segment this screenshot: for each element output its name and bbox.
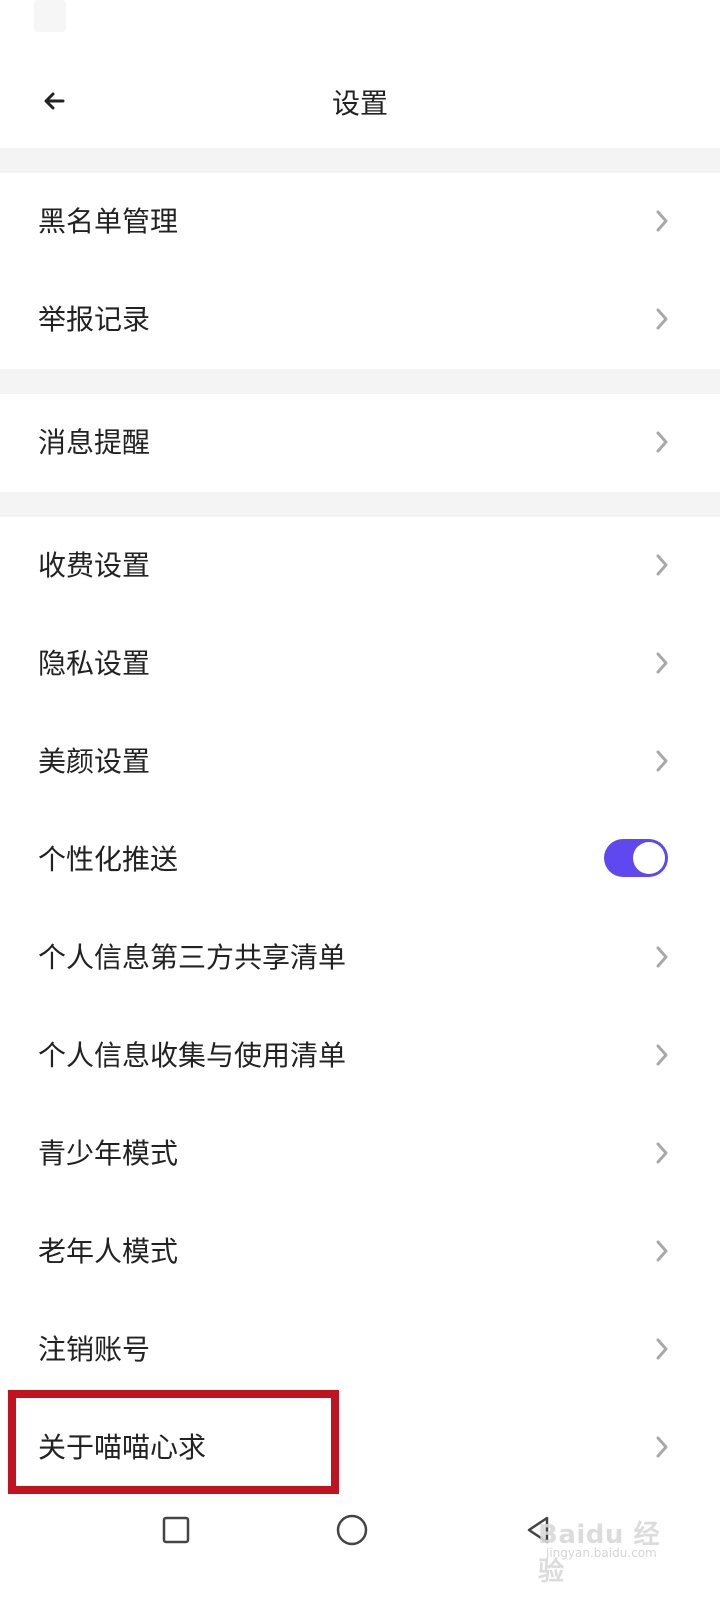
settings-item-label: 收费设置 [38,549,151,582]
chevron-right-icon [656,946,668,968]
settings-item-label: 隐私设置 [38,647,151,680]
settings-item-label: 个人信息第三方共享清单 [38,941,347,974]
chevron-right-icon [656,308,668,330]
toggle-knob [633,842,665,874]
circle-icon [336,1514,368,1546]
page-title: 设置 [331,87,388,120]
settings-item-label: 关于喵喵心求 [38,1431,207,1464]
top-bar: 设置 [0,60,720,148]
home-button[interactable] [332,1510,372,1550]
settings-item-blacklist[interactable]: 黑名单管理 [0,173,720,271]
settings-item-label: 青少年模式 [38,1137,179,1170]
settings-item-elder-mode[interactable]: 老年人模式 [0,1203,720,1301]
settings-item-beauty-settings[interactable]: 美颜设置 [0,713,720,811]
chevron-right-icon [656,1044,668,1066]
chevron-right-icon [656,1142,668,1164]
settings-item-label: 美颜设置 [38,745,151,778]
chevron-right-icon [656,210,668,232]
settings-item-label: 老年人模式 [38,1235,179,1268]
settings-item-label: 消息提醒 [38,426,151,459]
settings-item-message-reminder[interactable]: 消息提醒 [0,394,720,492]
baidu-watermark: Baidu 经验 jingyan.baidu.com [516,1490,666,1587]
settings-item-label: 举报记录 [38,303,151,336]
status-placeholder [34,0,66,32]
settings-item-report-records[interactable]: 举报记录 [0,271,720,369]
chevron-right-icon [656,1240,668,1262]
chevron-right-icon [656,554,668,576]
settings-item-cancel-account[interactable]: 注销账号 [0,1301,720,1399]
watermark-sub: jingyan.baidu.com [546,1546,657,1560]
settings-item-third-party-sharing-list[interactable]: 个人信息第三方共享清单 [0,909,720,1007]
personalized-push-toggle[interactable] [604,839,668,877]
settings-item-label: 黑名单管理 [38,205,179,238]
section-divider [0,148,720,173]
settings-item-label: 个性化推送 [38,843,179,876]
chevron-right-icon [656,652,668,674]
settings-page: 设置 黑名单管理 举报记录 消息提醒 收费设置 隐私设置 美颜设置 个性化推送 … [0,0,720,1600]
section-divider [0,492,720,517]
settings-item-label: 个人信息收集与使用清单 [38,1039,347,1072]
settings-item-privacy-settings[interactable]: 隐私设置 [0,615,720,713]
settings-item-personalized-push: 个性化推送 [0,811,720,909]
settings-item-fee-settings[interactable]: 收费设置 [0,517,720,615]
chevron-right-icon [656,431,668,453]
chevron-right-icon [656,1436,668,1458]
chevron-right-icon [656,1338,668,1360]
settings-item-about-app[interactable]: 关于喵喵心求 [0,1399,720,1497]
recent-apps-button[interactable] [156,1510,196,1550]
square-icon [162,1516,190,1544]
settings-item-teen-mode[interactable]: 青少年模式 [0,1105,720,1203]
chevron-right-icon [656,750,668,772]
settings-item-label: 注销账号 [38,1333,151,1366]
section-divider [0,369,720,394]
settings-item-collection-use-list[interactable]: 个人信息收集与使用清单 [0,1007,720,1105]
